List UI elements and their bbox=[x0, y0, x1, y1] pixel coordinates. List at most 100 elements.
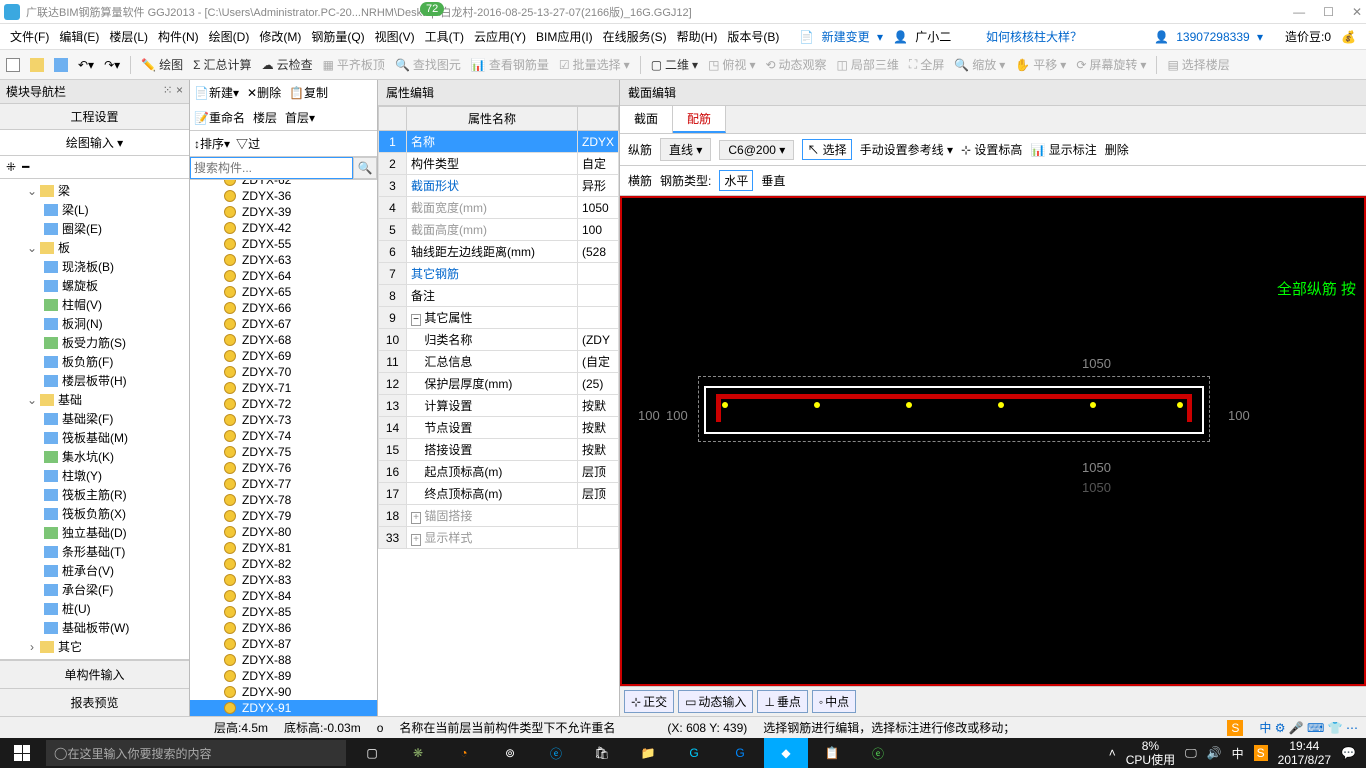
tb-2d[interactable]: ▢ 二维 ▾ bbox=[651, 56, 698, 73]
tray-vol-icon[interactable]: 🔊 bbox=[1207, 746, 1222, 760]
expand-icon[interactable]: ⁜ bbox=[6, 160, 16, 174]
nav-tab-draw[interactable]: 绘图输入 ▾ bbox=[0, 130, 189, 156]
menu-modify[interactable]: 修改(M) bbox=[255, 26, 305, 47]
prop-row[interactable]: 10 归类名称(ZDY bbox=[379, 329, 619, 351]
tree-bsj[interactable]: 板受力筋(S) bbox=[0, 333, 189, 352]
prop-row[interactable]: 5截面高度(mm)100 bbox=[379, 219, 619, 241]
tb-local3d[interactable]: ◫ 局部三维 bbox=[837, 56, 899, 73]
ref-line[interactable]: 手动设置参考线 ▾ bbox=[860, 141, 953, 158]
prop-row[interactable]: 8备注 bbox=[379, 285, 619, 307]
list-item[interactable]: ZDYX-69 bbox=[190, 348, 377, 364]
prop-row[interactable]: 15 搭接设置按默 bbox=[379, 439, 619, 461]
tb-draw[interactable]: ✏️绘图 bbox=[141, 56, 183, 73]
app-3[interactable]: ⊚ bbox=[488, 738, 532, 768]
menu-phone[interactable]: 👤 13907298339 ▾ bbox=[1150, 28, 1267, 46]
list-item[interactable]: ZDYX-66 bbox=[190, 300, 377, 316]
menu-newchange[interactable]: 📄 新建变更 ▾ bbox=[795, 26, 887, 47]
tray-up-icon[interactable]: ˄ bbox=[1109, 746, 1116, 760]
tree-liang[interactable]: ⌄梁 bbox=[0, 181, 189, 200]
tb-find[interactable]: 🔍 查找图元 bbox=[395, 56, 461, 73]
list-item[interactable]: ZDYX-64 bbox=[190, 268, 377, 284]
tree-cty[interactable]: 承台梁(F) bbox=[0, 580, 189, 599]
tree-zd[interactable]: 柱墩(Y) bbox=[0, 466, 189, 485]
list-item[interactable]: ZDYX-84 bbox=[190, 588, 377, 604]
list-item[interactable]: ZDYX-39 bbox=[190, 204, 377, 220]
tb-batch[interactable]: ☑ 批量选择 ▾ bbox=[559, 56, 630, 73]
list-item[interactable]: ZDYX-89 bbox=[190, 668, 377, 684]
prop-row[interactable]: 11 汇总信息(自定 bbox=[379, 351, 619, 373]
ortho-button[interactable]: ⊹ 正交 bbox=[624, 690, 674, 713]
tray-notif-icon[interactable]: 💬 bbox=[1341, 746, 1356, 760]
menu-tools[interactable]: 工具(T) bbox=[421, 26, 468, 47]
menu-floor[interactable]: 楼层(L) bbox=[105, 26, 152, 47]
prop-row[interactable]: 13 计算设置按默 bbox=[379, 395, 619, 417]
save-icon[interactable] bbox=[54, 58, 68, 72]
menu-rebar[interactable]: 钢筋量(Q) bbox=[307, 26, 368, 47]
menu-online[interactable]: 在线服务(S) bbox=[599, 26, 671, 47]
list-item[interactable]: ZDYX-42 bbox=[190, 220, 377, 236]
app-5[interactable]: G bbox=[672, 738, 716, 768]
tree-ban[interactable]: ⌄板 bbox=[0, 238, 189, 257]
tree-jichu[interactable]: ⌄基础 bbox=[0, 390, 189, 409]
tree-xjb[interactable]: 现浇板(B) bbox=[0, 257, 189, 276]
horiz-button[interactable]: 水平 bbox=[719, 170, 753, 191]
app-edge[interactable]: ⓔ bbox=[534, 738, 578, 768]
list-item[interactable]: ZDYX-70 bbox=[190, 364, 377, 380]
nav-pin-icon[interactable]: ⁙ × bbox=[163, 83, 183, 100]
minimize-button[interactable]: — bbox=[1293, 5, 1305, 19]
app-2[interactable]: ◔ bbox=[442, 738, 486, 768]
tray-ime[interactable]: 中 bbox=[1232, 745, 1244, 762]
collapse-icon[interactable]: ━ bbox=[22, 160, 29, 174]
app-6[interactable]: G bbox=[718, 738, 762, 768]
app-8[interactable]: 📋 bbox=[810, 738, 854, 768]
tree-zhuang[interactable]: 桩(U) bbox=[0, 599, 189, 618]
prop-row[interactable]: 1名称ZDYX bbox=[379, 131, 619, 153]
perp-button[interactable]: ⊥ 垂点 bbox=[757, 690, 807, 713]
menu-bim[interactable]: BIM应用(I) bbox=[532, 26, 597, 47]
tree-quan[interactable]: 圈梁(E) bbox=[0, 219, 189, 238]
search-input[interactable] bbox=[190, 157, 353, 179]
menu-help[interactable]: 帮助(H) bbox=[673, 26, 722, 47]
prop-row[interactable]: 14 节点设置按默 bbox=[379, 417, 619, 439]
list-item[interactable]: ZDYX-55 bbox=[190, 236, 377, 252]
tree-qita[interactable]: ›其它 bbox=[0, 637, 189, 656]
new-button[interactable]: 📄新建▾ bbox=[194, 84, 239, 101]
prop-row[interactable]: 17 终点顶标高(m)层顶 bbox=[379, 483, 619, 505]
tree-tjc[interactable]: 条形基础(T) bbox=[0, 542, 189, 561]
list-item[interactable]: ZDYX-67 bbox=[190, 316, 377, 332]
redo-icon[interactable]: ↷▾ bbox=[104, 58, 120, 72]
prop-row[interactable]: 2构件类型自定 bbox=[379, 153, 619, 175]
maximize-button[interactable]: ☐ bbox=[1323, 5, 1334, 19]
app-store[interactable]: 🛍 bbox=[580, 738, 624, 768]
dyninput-button[interactable]: ▭ 动态输入 bbox=[678, 690, 753, 713]
menu-guangxiao[interactable]: 👤 广小二 bbox=[889, 26, 959, 47]
taskbar-search[interactable]: ◯ 在这里输入你要搜索的内容 bbox=[46, 740, 346, 766]
list-item[interactable]: ZDYX-74 bbox=[190, 428, 377, 444]
prop-row[interactable]: 9− 其它属性 bbox=[379, 307, 619, 329]
tb-selfloor[interactable]: ▤ 选择楼层 bbox=[1167, 56, 1229, 73]
list-item[interactable]: ZDYX-36 bbox=[190, 188, 377, 204]
delete-button[interactable]: ✕删除 bbox=[247, 84, 281, 101]
nav-section[interactable]: 工程设置 bbox=[0, 104, 189, 130]
tray-clock[interactable]: 19:442017/8/27 bbox=[1278, 739, 1331, 768]
sort-button[interactable]: ↕排序▾ bbox=[194, 135, 230, 152]
app-1[interactable]: ❋ bbox=[396, 738, 440, 768]
list-item[interactable]: ZDYX-68 bbox=[190, 332, 377, 348]
vert-button[interactable]: 垂直 bbox=[761, 172, 785, 189]
list-item[interactable]: ZDYX-81 bbox=[190, 540, 377, 556]
menu-component[interactable]: 构件(N) bbox=[154, 26, 203, 47]
menu-howto[interactable]: 如何核核柱大样？ bbox=[982, 26, 1086, 47]
tree-zct[interactable]: 桩承台(V) bbox=[0, 561, 189, 580]
prop-row[interactable]: 18+ 锚固搭接 bbox=[379, 505, 619, 527]
list-item[interactable]: ZDYX-90 bbox=[190, 684, 377, 700]
menu-version[interactable]: 版本号(B) bbox=[723, 26, 783, 47]
tree-fbjc[interactable]: 筏板基础(M) bbox=[0, 428, 189, 447]
tree-fbzj[interactable]: 筏板主筋(R) bbox=[0, 485, 189, 504]
undo-icon[interactable]: ↶▾ bbox=[78, 58, 94, 72]
list-item[interactable]: ZDYX-80 bbox=[190, 524, 377, 540]
tree-lxb[interactable]: 螺旋板 bbox=[0, 276, 189, 295]
tree-fbfj[interactable]: 筏板负筋(X) bbox=[0, 504, 189, 523]
floor-select[interactable]: 首层▾ bbox=[285, 109, 315, 126]
section-canvas[interactable]: 全部纵筋 按 1050 1050 1050 100 100 100 bbox=[620, 196, 1366, 686]
tb-full[interactable]: ⛶ 全屏 bbox=[909, 56, 944, 73]
